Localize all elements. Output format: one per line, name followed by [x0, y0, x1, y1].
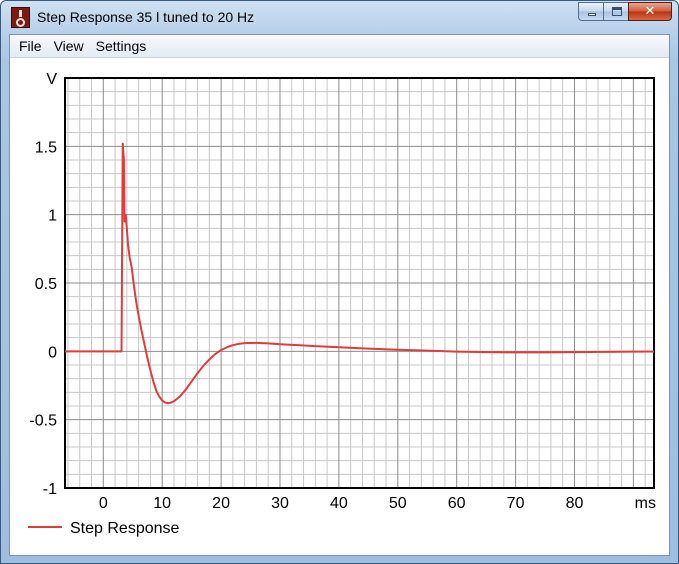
maximize-button[interactable]	[603, 2, 629, 21]
speaker-app-icon[interactable]	[11, 7, 30, 28]
y-tick-label: 0.5	[35, 276, 57, 293]
x-tick-label: 10	[153, 495, 171, 512]
x-tick-label: 60	[448, 495, 466, 512]
title-bar[interactable]: Step Response 35 l tuned to 20 Hz ✕	[1, 1, 678, 33]
x-tick-label: 50	[389, 495, 407, 512]
x-tick-label: 0	[99, 495, 108, 512]
menu-bar: File View Settings	[10, 35, 669, 58]
y-tick-label: -0.5	[29, 413, 57, 430]
y-tick-label: -1	[43, 481, 57, 498]
caption-buttons: ✕	[578, 2, 672, 22]
x-tick-label: 70	[507, 495, 525, 512]
y-tick-label: 1	[48, 208, 57, 225]
window-title: Step Response 35 l tuned to 20 Hz	[37, 9, 255, 25]
y-tick-label: 0	[48, 344, 57, 361]
x-tick-label: 30	[271, 495, 289, 512]
menu-view[interactable]: View	[48, 35, 90, 57]
application-window: Step Response 35 l tuned to 20 Hz ✕ File…	[0, 0, 679, 564]
close-icon: ✕	[644, 4, 656, 19]
maximize-icon	[612, 7, 622, 16]
minimize-button[interactable]	[578, 2, 604, 21]
menu-file[interactable]: File	[13, 35, 48, 57]
client-area: File View Settings -1 -0.5 0 0.5 1 1.5 0 10 20 3…	[9, 34, 670, 556]
x-tick-label: 20	[212, 495, 230, 512]
minimize-icon	[588, 13, 596, 16]
y-axis-label: V	[46, 71, 57, 88]
close-button[interactable]: ✕	[628, 2, 672, 21]
step-response-chart[interactable]: -1 -0.5 0 0.5 1 1.5 0 10 20 30 40 50 60 70 80 V ms St…	[10, 58, 669, 555]
legend-label-step-response: Step Response	[70, 520, 180, 537]
y-tick-label: 1.5	[35, 139, 57, 156]
x-axis-label: ms	[635, 495, 656, 512]
menu-settings[interactable]: Settings	[90, 35, 153, 57]
x-tick-label: 40	[330, 495, 348, 512]
x-tick-label: 80	[566, 495, 584, 512]
